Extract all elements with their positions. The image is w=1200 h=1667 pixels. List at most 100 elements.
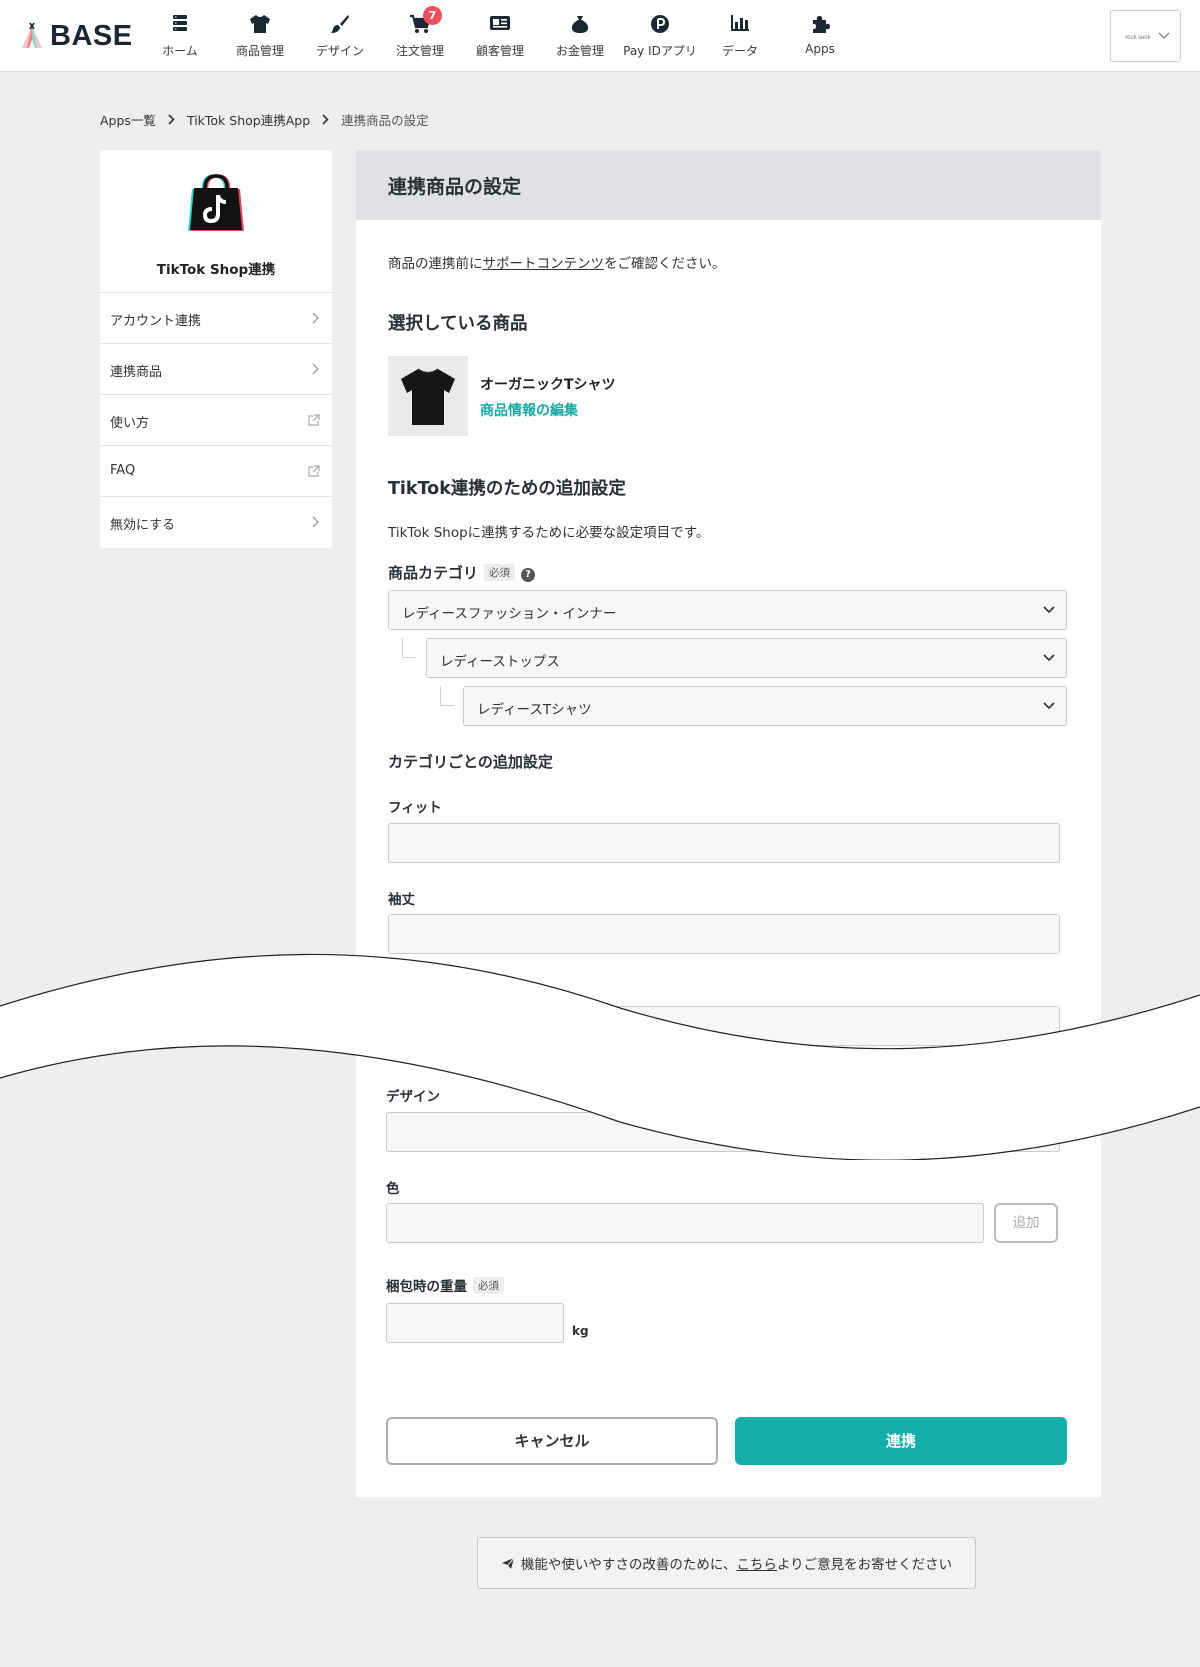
link-submit-button[interactable]: 連携 [735, 1417, 1067, 1465]
breadcrumb-current: 連携商品の設定 [341, 113, 429, 128]
nav-label: デザイン [315, 44, 364, 58]
teepee-logo-icon [22, 22, 42, 48]
nav-label: 顧客管理 [475, 44, 524, 58]
select-value: レディースファッション・インナー [402, 606, 617, 622]
page-title: 連携商品の設定 [388, 176, 522, 198]
category-label: 商品カテゴリ [388, 564, 479, 582]
category-select-level1[interactable]: レディースファッション・インナー [388, 590, 1067, 630]
app-name: TikTok Shop連携 [156, 262, 276, 278]
category-select-level3[interactable]: レディースTシャツ [463, 686, 1067, 726]
sidebar-item-disable[interactable]: 無効にする [100, 497, 332, 548]
chevron-right-icon [168, 114, 175, 125]
category-select-level2[interactable]: レディーストップス [426, 638, 1067, 678]
nav-payid[interactable]: Pay IDアプリ [620, 0, 700, 72]
nav-customers[interactable]: 顧客管理 [460, 0, 540, 72]
external-link-icon [308, 465, 320, 477]
external-link-icon [308, 414, 320, 426]
add-color-button[interactable]: 追加 [994, 1203, 1058, 1243]
sidebar-item-linked-products[interactable]: 連携商品 [100, 344, 332, 395]
main-nav: ホーム 商品管理 デザイン 7 注文管理 顧客管理 お金管理 Pay IDアプリ [140, 0, 860, 72]
help-icon[interactable]: ? [521, 568, 536, 582]
nav-design[interactable]: デザイン [300, 0, 380, 72]
additional-settings-heading: TikTok連携のための追加設定 [388, 479, 626, 499]
chevron-right-icon [312, 516, 319, 528]
shop-switcher[interactable]: YOUR SHOP [1110, 10, 1181, 62]
sidebar-item-label: 使い方 [110, 416, 150, 431]
sidebar-item-label: 連携商品 [110, 365, 163, 380]
feedback-before: 機能や使いやすさの改善のために、 [520, 1557, 737, 1573]
panel-header: 連携商品の設定 [356, 150, 1101, 220]
tshirt-image-icon [401, 368, 455, 425]
nav-home[interactable]: ホーム [140, 0, 220, 72]
payid-icon [651, 15, 669, 33]
product-name: オーガニックTシャツ [480, 377, 616, 393]
breadcrumb-tiktok-app[interactable]: TikTok Shop連携App [187, 110, 310, 129]
edit-product-link[interactable]: 商品情報の編集 [480, 400, 578, 420]
id-card-icon [490, 16, 510, 30]
feedback-banner: 機能や使いやすさの改善のために、 こちら よりご意見をお寄せください [477, 1537, 976, 1589]
paper-plane-icon [501, 1557, 515, 1569]
nav-orders[interactable]: 7 注文管理 [380, 0, 460, 72]
feedback-link[interactable]: こちら [736, 1553, 777, 1573]
color-input[interactable] [386, 1203, 984, 1243]
top-bar: BASE ホーム 商品管理 デザイン 7 注文管理 顧客管理 お金管理 Pay … [0, 0, 1200, 72]
tiktok-shop-bag-icon [188, 174, 244, 231]
feedback-after: よりご意見をお寄せください [776, 1557, 953, 1573]
nav-label: 注文管理 [395, 44, 444, 58]
design-input[interactable] [386, 1112, 1060, 1152]
nav-label: Pay IDアプリ [623, 44, 697, 58]
category-label-row: 商品カテゴリ 必須? [388, 562, 536, 583]
sidebar-item-howto[interactable]: 使い方 [100, 395, 332, 446]
intro-text: 商品の連携前にサポートコンテンツをご確認ください。 [388, 252, 726, 272]
tshirt-icon [250, 15, 270, 33]
tree-connector [440, 686, 454, 706]
weight-unit: kg [572, 1324, 589, 1338]
additional-settings-desc: TikTok Shopに連携するために必要な設定項目です。 [388, 525, 710, 541]
bar-chart-icon [731, 15, 749, 31]
server-icon [173, 15, 187, 31]
chevron-right-icon [322, 114, 329, 125]
sleeve-length-input[interactable] [388, 914, 1060, 954]
support-content-link[interactable]: サポートコンテンツ [483, 256, 605, 272]
select-value: レディースTシャツ [477, 702, 592, 718]
fit-label: フィット [388, 800, 442, 816]
puzzle-icon [813, 16, 830, 33]
select-value: レディーストップス [440, 654, 560, 670]
weight-label-row: 梱包時の重量 必須 [386, 1275, 504, 1295]
fit-input[interactable] [388, 823, 1060, 863]
app-sidebar: TikTok Shop連携 アカウント連携 連携商品 使い方 FAQ 無効にする [100, 150, 332, 548]
intro-after: をご確認ください。 [604, 256, 726, 272]
nav-apps[interactable]: Apps [780, 0, 860, 72]
cancel-button[interactable]: キャンセル [386, 1417, 718, 1465]
base-logo[interactable]: BASE [20, 18, 133, 54]
chevron-down-icon [1043, 702, 1055, 710]
nav-money[interactable]: お金管理 [540, 0, 620, 72]
selected-product-heading: 選択している商品 [388, 314, 528, 334]
sidebar-item-account[interactable]: アカウント連携 [100, 293, 332, 344]
nav-data[interactable]: データ [700, 0, 780, 72]
required-badge: 必須 [484, 564, 516, 581]
nav-products[interactable]: 商品管理 [220, 0, 300, 72]
chevron-down-icon [1158, 32, 1170, 39]
nav-label: お金管理 [555, 44, 604, 58]
required-badge: 必須 [473, 1277, 504, 1294]
weight-input[interactable] [386, 1303, 564, 1343]
color-label: 色 [386, 1181, 400, 1197]
sleeve-length-label: 袖丈 [388, 892, 415, 908]
brush-icon [331, 15, 349, 33]
shop-logo: YOUR SHOP [1125, 35, 1151, 40]
sidebar-item-faq[interactable]: FAQ [100, 446, 332, 497]
sidebar-item-label: 無効にする [110, 518, 176, 533]
main-panel: 連携商品の設定 商品の連携前にサポートコンテンツをご確認ください。 選択している… [356, 150, 1101, 1497]
sidebar-item-label: アカウント連携 [110, 314, 202, 329]
sidebar-item-label: FAQ [110, 463, 136, 478]
chevron-right-icon [312, 363, 319, 375]
chevron-down-icon [1043, 654, 1055, 662]
nav-label: ホーム [162, 44, 198, 58]
chevron-right-icon [312, 312, 319, 324]
breadcrumb-apps[interactable]: Apps一覧 [100, 110, 156, 129]
hidden-field-input[interactable] [388, 1006, 1060, 1046]
design-label: デザイン [386, 1089, 440, 1105]
nav-label: データ [721, 44, 758, 58]
per-category-heading: カテゴリごとの追加設定 [388, 753, 553, 771]
